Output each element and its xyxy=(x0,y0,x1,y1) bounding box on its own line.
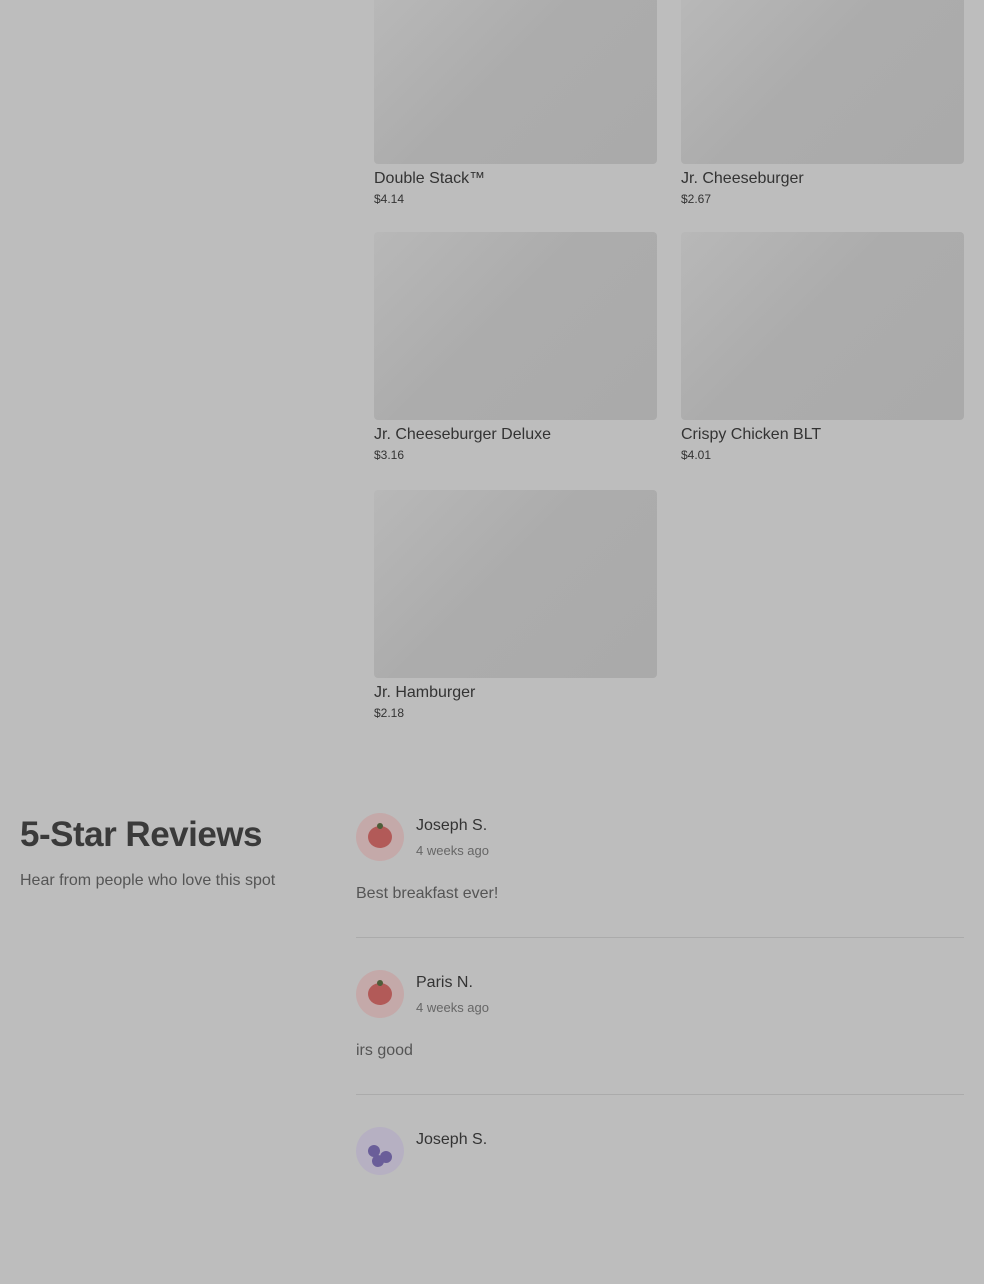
review-time: 4 weeks ago xyxy=(416,1000,489,1015)
menu-item-name: Jr. Cheeseburger xyxy=(681,170,804,187)
menu-item-name: Jr. Hamburger xyxy=(374,684,476,701)
blueberry-icon xyxy=(366,1137,394,1167)
review-item: Joseph S. 4 weeks ago Best breakfast eve… xyxy=(356,813,964,970)
reviewer-name: Paris N. xyxy=(416,974,473,991)
menu-item-card[interactable]: Jr. Cheeseburger Deluxe $3.16 xyxy=(374,232,657,490)
menu-item-image[interactable] xyxy=(374,490,657,678)
menu-item-name: Double Stack™ xyxy=(374,170,486,187)
reviews-header: 5-Star Reviews Hear from people who love… xyxy=(20,812,330,890)
menu-item-image[interactable] xyxy=(374,0,657,164)
menu-item-card[interactable]: Jr. Hamburger $2.18 xyxy=(374,490,657,748)
menu-item-image[interactable] xyxy=(374,232,657,420)
avatar xyxy=(356,1127,404,1175)
menu-item-price: $2.67 xyxy=(681,192,712,206)
menu-item-price: $2.18 xyxy=(374,706,405,720)
review-text: irs good xyxy=(356,1042,413,1059)
reviews-subtitle: Hear from people who love this spot xyxy=(20,872,276,889)
menu-item-card[interactable]: Crispy Chicken BLT $4.01 xyxy=(681,232,964,490)
menu-item-name: Crispy Chicken BLT xyxy=(681,426,822,443)
menu-item-card[interactable]: Double Stack™ $4.14 xyxy=(374,0,657,232)
avatar xyxy=(356,970,404,1018)
divider xyxy=(356,937,964,938)
menu-item-image[interactable] xyxy=(681,232,964,420)
menu-item-price: $4.14 xyxy=(374,192,405,206)
avatar xyxy=(356,813,404,861)
tomato-icon xyxy=(368,823,392,848)
menu-item-price: $4.01 xyxy=(681,448,712,462)
menu-item-card[interactable]: Jr. Cheeseburger $2.67 xyxy=(681,0,964,232)
reviewer-name: Joseph S. xyxy=(416,817,488,834)
menu-items-grid: Double Stack™ $4.14 Jr. Cheeseburger $2.… xyxy=(374,0,964,748)
menu-item-image[interactable] xyxy=(681,0,964,164)
review-text: Best breakfast ever! xyxy=(356,885,499,902)
menu-item-name: Jr. Cheeseburger Deluxe xyxy=(374,426,551,443)
tomato-icon xyxy=(368,980,392,1005)
reviewer-name: Joseph S. xyxy=(416,1131,488,1148)
reviews-title: 5-Star Reviews xyxy=(20,815,263,854)
reviews-list: Joseph S. 4 weeks ago Best breakfast eve… xyxy=(356,813,964,1284)
review-item: Paris N. 4 weeks ago irs good xyxy=(356,970,964,1127)
divider xyxy=(356,1094,964,1095)
review-item: Joseph S. xyxy=(356,1127,964,1284)
review-time: 4 weeks ago xyxy=(416,843,489,858)
menu-item-price: $3.16 xyxy=(374,448,405,462)
